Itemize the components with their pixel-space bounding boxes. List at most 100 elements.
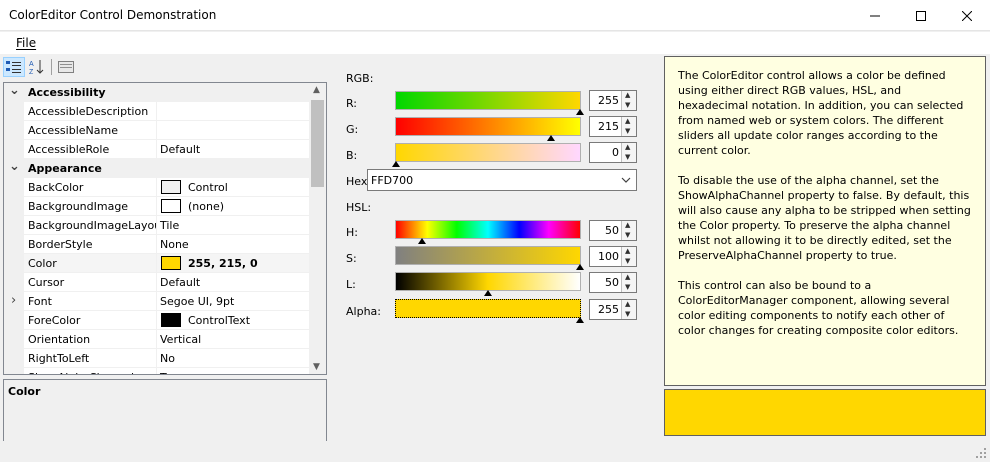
- property-row[interactable]: BorderStyle None: [4, 235, 311, 254]
- expand-icon[interactable]: ›: [11, 293, 16, 308]
- l-spinner[interactable]: 50 ▲ ▼: [589, 272, 637, 293]
- spin-down-icon[interactable]: ▼: [625, 283, 630, 291]
- s-slider[interactable]: [395, 246, 584, 270]
- property-value[interactable]: Tile: [160, 219, 179, 232]
- alpha-slider[interactable]: [395, 299, 584, 323]
- s-value[interactable]: 100: [598, 250, 619, 263]
- h-spinner[interactable]: 50 ▲ ▼: [589, 220, 637, 241]
- property-value[interactable]: None: [160, 238, 189, 251]
- property-value[interactable]: Segoe UI, 9pt: [160, 295, 234, 308]
- property-value[interactable]: ControlText: [188, 314, 250, 327]
- column-divider: [156, 330, 157, 349]
- spin-down-icon[interactable]: ▼: [625, 231, 630, 239]
- property-row[interactable]: BackColor Control: [4, 178, 311, 197]
- spin-down-icon[interactable]: ▼: [625, 310, 630, 318]
- s-spinner[interactable]: 100 ▲ ▼: [589, 246, 637, 267]
- spin-up-icon[interactable]: ▲: [625, 143, 630, 151]
- l-slider[interactable]: [395, 272, 581, 296]
- h-value[interactable]: 50: [605, 224, 619, 237]
- property-row[interactable]: Color 255, 215, 0: [4, 254, 311, 273]
- b-slider-thumb[interactable]: [392, 161, 400, 167]
- property-value[interactable]: Default: [160, 276, 200, 289]
- h-slider-thumb[interactable]: [418, 238, 426, 244]
- property-name: Font: [28, 295, 52, 308]
- spin-up-icon[interactable]: ▲: [625, 300, 630, 308]
- property-value[interactable]: (none): [188, 200, 224, 213]
- property-row[interactable]: AccessibleRole Default: [4, 140, 311, 159]
- b-value[interactable]: 0: [612, 146, 619, 159]
- menu-file[interactable]: File: [16, 36, 36, 50]
- r-value[interactable]: 255: [598, 94, 619, 107]
- property-value[interactable]: Default: [160, 143, 200, 156]
- r-slider-thumb[interactable]: [576, 109, 584, 115]
- spin-up-icon[interactable]: ▲: [625, 273, 630, 281]
- categorized-button[interactable]: [3, 57, 25, 77]
- l-slider-thumb[interactable]: [484, 290, 492, 296]
- r-slider[interactable]: [395, 91, 584, 115]
- minimize-button[interactable]: [852, 0, 898, 31]
- property-category[interactable]: ⌄ Appearance: [4, 159, 311, 178]
- spin-down-icon[interactable]: ▼: [625, 101, 630, 109]
- alphabetical-button[interactable]: A Z: [26, 57, 48, 77]
- spin-up-icon[interactable]: ▲: [625, 221, 630, 229]
- spin-up-icon[interactable]: ▲: [625, 117, 630, 125]
- spin-up-icon[interactable]: ▲: [625, 247, 630, 255]
- row-line: [24, 139, 311, 140]
- column-divider: [156, 254, 157, 273]
- scroll-down-icon[interactable]: ▼: [313, 362, 320, 372]
- h-slider[interactable]: [395, 220, 581, 244]
- collapse-icon[interactable]: ⌄: [9, 83, 20, 98]
- property-row[interactable]: › Font Segoe UI, 9pt: [4, 292, 311, 311]
- row-line: [24, 310, 311, 311]
- alpha-value[interactable]: 255: [598, 303, 619, 316]
- minimize-icon: [870, 15, 880, 16]
- row-line: [24, 272, 311, 273]
- property-row[interactable]: BackgroundImage (none): [4, 197, 311, 216]
- b-spinner[interactable]: 0 ▲ ▼: [589, 142, 637, 163]
- b-slider[interactable]: [392, 143, 581, 167]
- property-category[interactable]: ⌄ Accessibility: [4, 83, 311, 102]
- g-slider[interactable]: [395, 117, 581, 141]
- property-value[interactable]: No: [160, 352, 175, 365]
- property-grid-scrollbar[interactable]: ▲ ▼: [309, 83, 326, 374]
- chevron-down-icon[interactable]: [621, 175, 631, 187]
- spin-down-icon[interactable]: ▼: [625, 257, 630, 265]
- scroll-up-icon[interactable]: ▲: [313, 85, 320, 95]
- r-spinner[interactable]: 255 ▲ ▼: [589, 90, 637, 111]
- property-value[interactable]: True: [160, 371, 183, 374]
- alpha-label: Alpha:: [346, 305, 381, 318]
- property-row[interactable]: RightToLeft No: [4, 349, 311, 368]
- property-row[interactable]: Cursor Default: [4, 273, 311, 292]
- resize-grip-icon[interactable]: [975, 447, 987, 459]
- property-row[interactable]: ShowAlphaChannel True: [4, 368, 311, 374]
- close-button[interactable]: [944, 0, 990, 31]
- l-value[interactable]: 50: [605, 276, 619, 289]
- s-slider-thumb[interactable]: [576, 264, 584, 270]
- property-value[interactable]: Control: [188, 181, 228, 194]
- property-row[interactable]: BackgroundImageLayout Tile: [4, 216, 311, 235]
- g-value[interactable]: 215: [598, 120, 619, 133]
- column-divider: [156, 235, 157, 254]
- property-value[interactable]: Vertical: [160, 333, 201, 346]
- scroll-thumb[interactable]: [311, 100, 324, 187]
- property-row[interactable]: ForeColor ControlText: [4, 311, 311, 330]
- property-row[interactable]: AccessibleName: [4, 121, 311, 140]
- collapse-icon[interactable]: ⌄: [9, 159, 20, 174]
- g-spinner[interactable]: 215 ▲ ▼: [589, 116, 637, 137]
- spin-up-icon[interactable]: ▲: [625, 91, 630, 99]
- alpha-spinner[interactable]: 255 ▲ ▼: [589, 299, 637, 320]
- property-pages-button[interactable]: [55, 57, 77, 77]
- property-row[interactable]: Orientation Vertical: [4, 330, 311, 349]
- property-row[interactable]: AccessibleDescription: [4, 102, 311, 121]
- property-value[interactable]: 255, 215, 0: [188, 257, 258, 270]
- hex-value[interactable]: FFD700: [371, 174, 413, 187]
- hex-combobox[interactable]: FFD700: [367, 169, 637, 191]
- spin-down-icon[interactable]: ▼: [625, 127, 630, 135]
- g-slider-thumb[interactable]: [547, 135, 555, 141]
- color-swatch: [161, 199, 181, 213]
- maximize-button[interactable]: [898, 0, 944, 31]
- spin-down-icon[interactable]: ▼: [625, 153, 630, 161]
- description-paragraph-2: To disable the use of the alpha channel,…: [678, 174, 971, 262]
- alpha-slider-thumb[interactable]: [576, 317, 584, 323]
- color-swatch: [161, 313, 181, 327]
